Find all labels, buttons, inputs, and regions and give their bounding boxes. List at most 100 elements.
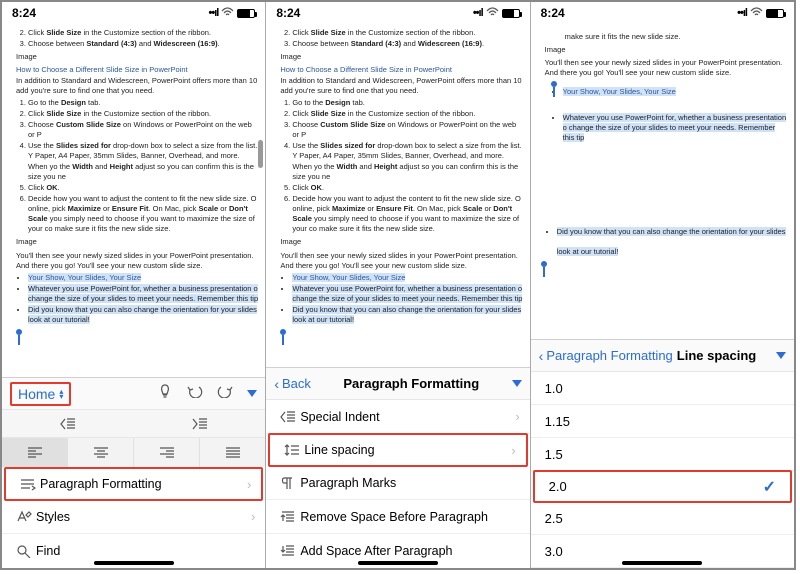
- status-time: 8:24: [12, 6, 36, 20]
- align-right-button[interactable]: [134, 438, 200, 467]
- collapse-ribbon-icon[interactable]: [512, 380, 522, 387]
- align-justify-button[interactable]: [200, 438, 265, 467]
- doc-bullet: Did you know that you can also change th…: [557, 227, 788, 257]
- spacing-options-list: 1.01.151.52.0✓2.53.0: [531, 372, 794, 568]
- chevron-left-icon: ‹: [539, 348, 544, 364]
- doc-text: And there you go! You'll see your new cu…: [16, 261, 259, 271]
- doc-bullet: Did you know that you can also change th…: [292, 305, 523, 325]
- add-space-icon: [276, 544, 300, 558]
- menu-label: Special Indent: [300, 410, 515, 424]
- expand-ribbon-icon[interactable]: [247, 390, 257, 397]
- check-icon: ✓: [763, 477, 776, 497]
- lightbulb-icon[interactable]: [157, 384, 173, 403]
- align-left-button[interactable]: [2, 438, 68, 467]
- doc-text: You'll then see your newly sized slides …: [545, 58, 788, 68]
- document-area[interactable]: Click Slide Size in the Customize sectio…: [266, 22, 529, 367]
- doc-text: make sure it fits the new slide size.: [565, 32, 788, 42]
- doc-bullet: Whatever you use PowerPoint for, whether…: [563, 113, 788, 143]
- home-indicator[interactable]: [94, 561, 174, 565]
- undo-icon[interactable]: [187, 384, 203, 403]
- spacing-option-1-15[interactable]: 1.15: [531, 405, 794, 438]
- doc-step: Click OK.: [292, 183, 523, 193]
- menu-label: Styles: [36, 510, 251, 524]
- spacing-option-2-5[interactable]: 2.5: [531, 502, 794, 535]
- menu-label: Add Space After Paragraph: [300, 544, 519, 558]
- increase-indent-button[interactable]: [134, 410, 266, 437]
- document-area[interactable]: Click Slide Size in the Customize sectio…: [2, 22, 265, 377]
- battery-icon: [766, 9, 784, 18]
- intro-text: In addition to Standard and Widescreen, …: [16, 76, 259, 96]
- toolbar: Home ▴▾ Paragraph Formatting: [2, 377, 265, 568]
- remove-space-before-button[interactable]: Remove Space Before Paragraph: [266, 500, 529, 534]
- signal-icon: ••ıl: [737, 7, 747, 19]
- doc-step: Choose Custom Slide Size on Windows or P…: [292, 120, 523, 140]
- special-indent-button[interactable]: Special Indent ›: [266, 400, 529, 434]
- collapse-ribbon-icon[interactable]: [776, 352, 786, 359]
- doc-bullet: Your Show, Your Slides, Your Size: [563, 87, 788, 97]
- selection-handle[interactable]: [280, 329, 286, 335]
- back-button[interactable]: ‹Paragraph Formatting: [539, 348, 673, 364]
- doc-step: Click Slide Size in the Customize sectio…: [292, 28, 523, 38]
- menu-label: Line spacing: [304, 443, 511, 457]
- paragraph-formatting-button[interactable]: Paragraph Formatting ›: [4, 467, 263, 501]
- doc-bullet: Whatever you use PowerPoint for, whether…: [292, 284, 523, 304]
- decrease-indent-button[interactable]: [2, 410, 134, 437]
- align-center-button[interactable]: [68, 438, 134, 467]
- doc-step: Click OK.: [28, 183, 259, 193]
- styles-button[interactable]: Styles ›: [2, 500, 265, 534]
- doc-step: Choose between Standard (4:3) and Widesc…: [28, 39, 259, 49]
- status-bar: 8:24 ••ıl: [266, 2, 529, 22]
- redo-icon[interactable]: [217, 384, 233, 403]
- doc-step: Decide how you want to adjust the conten…: [292, 194, 523, 235]
- paragraph-formatting-panel: ‹Back Paragraph Formatting Special Inden…: [266, 367, 529, 568]
- spacing-option-2-0[interactable]: 2.0✓: [533, 470, 792, 503]
- menu-label: Paragraph Formatting: [40, 477, 247, 491]
- spacing-option-1-5[interactable]: 1.5: [531, 438, 794, 471]
- option-label: 2.0: [549, 479, 763, 494]
- status-bar: 8:24 ••ıl: [2, 2, 265, 22]
- doc-step: Choose Custom Slide Size on Windows or P…: [28, 120, 259, 140]
- pilcrow-icon: [276, 476, 300, 490]
- home-indicator[interactable]: [622, 561, 702, 565]
- spacing-option-1-0[interactable]: 1.0: [531, 372, 794, 405]
- phone-panel-3: 8:24 ••ıl make sure it fits the new slid…: [531, 2, 794, 568]
- option-label: 1.0: [545, 381, 780, 396]
- styles-icon: [12, 510, 36, 524]
- selection-handle[interactable]: [16, 329, 22, 335]
- image-placeholder: Image: [545, 45, 788, 55]
- chevron-right-icon: ›: [515, 409, 519, 424]
- paragraph-marks-button[interactable]: Paragraph Marks: [266, 466, 529, 500]
- image-placeholder: Image: [280, 52, 523, 62]
- intro-text: In addition to Standard and Widescreen, …: [280, 76, 523, 96]
- doc-step: Click Slide Size in the Customize sectio…: [28, 109, 259, 119]
- chevron-right-icon: ›: [511, 443, 515, 458]
- doc-step: Go to the Design tab.: [292, 98, 523, 108]
- line-spacing-button[interactable]: Line spacing ›: [268, 433, 527, 467]
- battery-icon: [237, 9, 255, 18]
- scrollbar-thumb[interactable]: [258, 140, 263, 168]
- phone-panel-1: 8:24 ••ıl Click Slide Size in the Custom…: [2, 2, 266, 568]
- panel-title: Line spacing: [673, 348, 776, 363]
- selection-handle[interactable]: [541, 261, 547, 267]
- selection-handle[interactable]: [551, 81, 557, 87]
- back-button[interactable]: ‹Back: [274, 376, 311, 392]
- doc-bullet: Your Show, Your Slides, Your Size: [292, 273, 523, 283]
- phone-panel-2: 8:24 ••ıl Click Slide Size in the Custom…: [266, 2, 530, 568]
- status-time: 8:24: [541, 6, 565, 20]
- section-heading: How to Choose a Different Slide Size in …: [280, 65, 523, 75]
- doc-step: Choose between Standard (4:3) and Widesc…: [292, 39, 523, 49]
- ribbon-tab-selector[interactable]: Home ▴▾: [10, 382, 71, 406]
- chevron-right-icon: ›: [251, 509, 255, 524]
- wifi-icon: [750, 6, 763, 20]
- search-icon: [12, 544, 36, 558]
- home-indicator[interactable]: [358, 561, 438, 565]
- chevron-left-icon: ‹: [274, 376, 279, 392]
- line-spacing-icon: [280, 443, 304, 457]
- menu-label: Paragraph Marks: [300, 476, 519, 490]
- doc-step: Use the Slides sized for drop-down box t…: [28, 141, 259, 182]
- section-heading: How to Choose a Different Slide Size in …: [16, 65, 259, 75]
- doc-step: Go to the Design tab.: [28, 98, 259, 108]
- doc-bullet: Whatever you use PowerPoint for, whether…: [28, 284, 259, 304]
- panel-title: Paragraph Formatting: [311, 376, 512, 391]
- document-area[interactable]: make sure it fits the new slide size. Im…: [531, 22, 794, 339]
